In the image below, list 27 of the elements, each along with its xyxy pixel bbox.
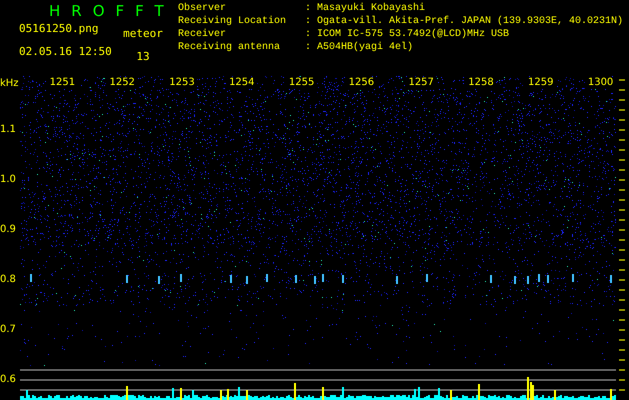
- x-axis-label: 1255: [286, 77, 317, 89]
- info-value: : Masayuki Kobayashi: [305, 3, 426, 16]
- timestamp: 02.05.16 12:50: [19, 46, 113, 58]
- y-axis-label: 0.7: [0, 323, 17, 337]
- meteor-count: 13: [136, 51, 150, 63]
- info-label: Receiving antenna: [178, 42, 282, 55]
- x-axis-label: 1254: [226, 77, 258, 89]
- info-value: : ICOM IC-575 53.7492(@LCD)MHz USB: [305, 29, 510, 42]
- x-axis-label: 1258: [466, 77, 496, 89]
- info-label: Observer: [178, 3, 228, 16]
- y-axis-label: 0.6: [0, 373, 17, 387]
- x-axis-label: 1259: [525, 77, 556, 89]
- x-axis-label: 1257: [406, 77, 437, 89]
- file-name: 05161250.png: [19, 23, 100, 35]
- y-axis-label: 1.0: [0, 173, 17, 187]
- info-value: : Ogata-vill. Akita-Pref. JAPAN (139.9303E, 40.0231N): [305, 16, 624, 28]
- axis-unit: kHz: [0, 77, 20, 91]
- x-axis-label: 1256: [346, 77, 377, 89]
- info-value: : A504HB(yagi 4el): [305, 42, 414, 55]
- y-axis-label: 0.8: [0, 273, 17, 287]
- app-title: HROFFT: [48, 3, 176, 20]
- info-label: Receiving Location: [178, 16, 288, 28]
- y-axis-label: 1.1: [0, 123, 17, 137]
- info-label: Receiver: [178, 29, 228, 42]
- meteor-label: meteor: [123, 28, 163, 40]
- x-axis-label: 1253: [166, 77, 198, 89]
- y-axis-label: 0.9: [0, 223, 17, 237]
